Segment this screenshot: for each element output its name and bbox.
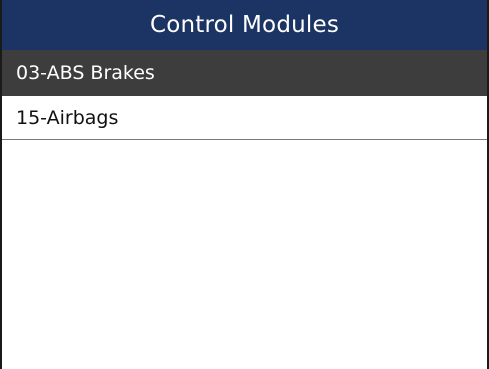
- title-bar: Control Modules: [2, 0, 487, 50]
- scanner-screen: Control Modules 03-ABS Brakes 15-Airbags: [0, 0, 489, 369]
- module-list: 03-ABS Brakes 15-Airbags: [2, 50, 487, 140]
- list-item-airbags[interactable]: 15-Airbags: [2, 96, 487, 140]
- list-item-label: 03-ABS Brakes: [16, 62, 155, 84]
- list-item-abs-brakes[interactable]: 03-ABS Brakes: [2, 50, 487, 96]
- page-title: Control Modules: [149, 12, 340, 38]
- list-item-label: 15-Airbags: [16, 106, 119, 129]
